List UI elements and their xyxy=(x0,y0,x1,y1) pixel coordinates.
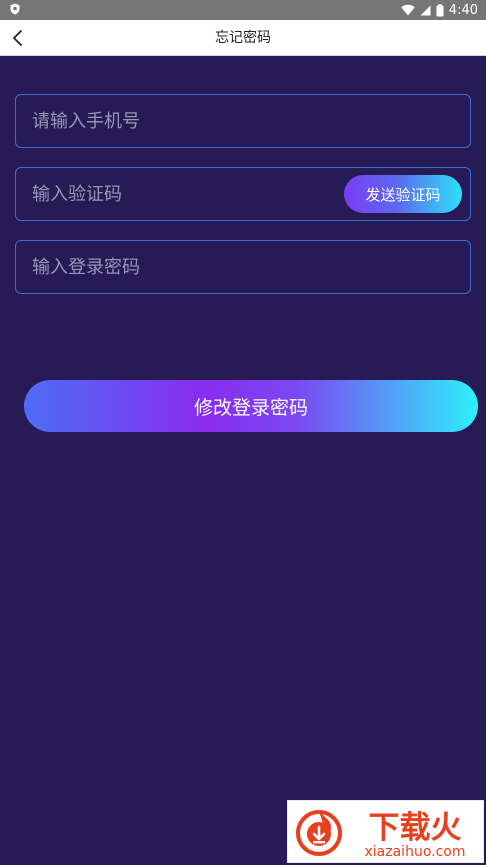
status-bar: 4:40 xyxy=(0,0,486,20)
battery-icon xyxy=(436,3,444,16)
watermark-text: 下载火 xiazaihuo.com xyxy=(365,810,466,860)
shield-icon xyxy=(10,3,20,15)
watermark: 下载火 xiazaihuo.com xyxy=(287,800,484,863)
verification-code-input[interactable] xyxy=(32,168,342,220)
watermark-brand: 下载火 xyxy=(369,810,462,846)
page-title: 忘记密码 xyxy=(215,30,271,46)
send-code-button[interactable]: 发送验证码 xyxy=(344,175,462,213)
password-field xyxy=(15,240,471,294)
status-time: 4:40 xyxy=(448,2,478,18)
code-field: 发送验证码 xyxy=(15,167,471,221)
download-flame-logo-icon xyxy=(296,810,342,856)
signal-icon xyxy=(420,5,431,15)
title-bar: 忘记密码 xyxy=(0,20,486,56)
phone-input[interactable] xyxy=(32,95,342,147)
password-input[interactable] xyxy=(32,241,342,293)
change-password-button[interactable]: 修改登录密码 xyxy=(24,380,478,432)
phone-field xyxy=(15,94,471,148)
wifi-icon xyxy=(401,4,415,16)
status-icons: 4:40 xyxy=(401,2,478,18)
watermark-domain: xiazaihuo.com xyxy=(365,844,466,860)
